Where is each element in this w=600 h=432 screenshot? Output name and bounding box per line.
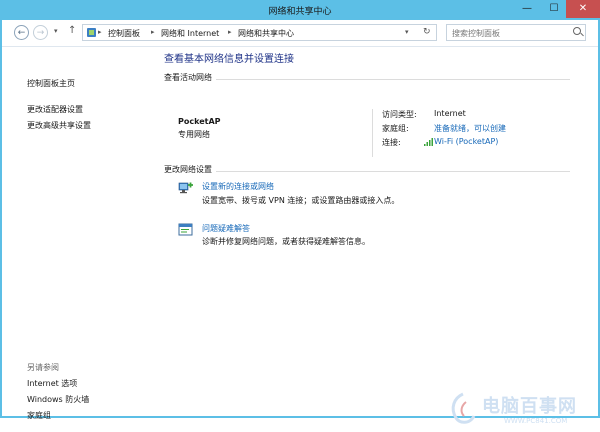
back-button[interactable]: ← [14, 25, 29, 40]
access-type-value: Internet [434, 109, 466, 118]
watermark-swirl-icon [451, 392, 476, 424]
watermark-text: 电脑百事网 [482, 396, 577, 417]
breadcrumb-control-panel[interactable]: 控制面板 [108, 28, 140, 39]
breadcrumb-separator[interactable]: ▸ [98, 28, 102, 36]
search-placeholder: 搜索控制面板 [452, 29, 500, 38]
connection-link[interactable]: Wi-Fi (PocketAP) [434, 137, 498, 146]
homegroup-link[interactable]: 准备就绪，可以创建 [434, 123, 506, 134]
setup-connection-link[interactable]: 设置新的连接或网络 [202, 181, 274, 192]
see-also-heading: 另请参阅 [27, 363, 59, 372]
connection-label: 连接: [382, 138, 401, 147]
watermark-logo: 电脑百事网 WWW.PC841.COM [432, 390, 597, 432]
network-type: 专用网络 [178, 130, 210, 139]
navigation-bar: ← → ▾ ↑ ▸ 控制面板 ▸ 网络和 Internet ▸ 网络和共享中心 … [2, 20, 598, 47]
section-divider [216, 79, 570, 80]
sidebar-link-control-panel-home[interactable]: 控制面板主页 [27, 78, 75, 89]
breadcrumb-separator[interactable]: ▸ [228, 28, 232, 36]
sidebar-link-change-adapter-settings[interactable]: 更改适配器设置 [27, 104, 83, 115]
setup-connection-description: 设置宽带、拨号或 VPN 连接；或设置路由器或接入点。 [202, 196, 400, 205]
forward-button[interactable]: → [33, 25, 48, 40]
watermark-url: WWW.PC841.COM [504, 417, 568, 425]
search-icon[interactable] [573, 27, 581, 35]
search-input[interactable]: 搜索控制面板 [446, 24, 586, 41]
sidebar-link-windows-firewall[interactable]: Windows 防火墙 [27, 394, 89, 405]
recent-pages-dropdown[interactable]: ▾ [54, 27, 58, 35]
homegroup-label: 家庭组: [382, 124, 409, 133]
page-title: 查看基本网络信息并设置连接 [164, 54, 294, 65]
close-button[interactable]: ✕ [566, 0, 600, 18]
breadcrumb-separator[interactable]: ▸ [151, 28, 155, 36]
section-divider [216, 171, 570, 172]
wifi-signal-icon [424, 138, 433, 146]
sidebar-link-homegroup[interactable]: 家庭组 [27, 410, 51, 421]
breadcrumb-network-internet[interactable]: 网络和 Internet [161, 28, 219, 39]
address-dropdown[interactable]: ▾ [405, 28, 409, 36]
refresh-icon[interactable]: ↻ [423, 27, 431, 37]
network-name: PocketAP [178, 117, 221, 126]
network-setup-icon [178, 182, 193, 194]
troubleshoot-link[interactable]: 问题疑难解答 [202, 223, 250, 234]
sidebar-link-internet-options[interactable]: Internet 选项 [27, 378, 77, 389]
window: 网络和共享中心 — ☐ ✕ ← → ▾ ↑ ▸ 控制面板 ▸ 网络和 Inter… [0, 0, 600, 425]
change-settings-heading: 更改网络设置 [164, 165, 212, 174]
access-type-label: 访问类型: [382, 110, 417, 119]
active-networks-heading: 查看活动网络 [164, 73, 212, 82]
sidebar-link-advanced-sharing[interactable]: 更改高级共享设置 [27, 120, 91, 131]
breadcrumb-network-sharing-center[interactable]: 网络和共享中心 [238, 28, 294, 39]
troubleshoot-icon [178, 223, 193, 236]
client-area: ← → ▾ ↑ ▸ 控制面板 ▸ 网络和 Internet ▸ 网络和共享中心 … [2, 20, 598, 425]
address-bar[interactable]: ▸ 控制面板 ▸ 网络和 Internet ▸ 网络和共享中心 ▾ ↻ [82, 24, 437, 41]
sidebar: 控制面板主页 更改适配器设置 更改高级共享设置 另请参阅 Internet 选项… [2, 47, 152, 420]
main-content: 查看基本网络信息并设置连接 查看活动网络 PocketAP 专用网络 访问类型:… [162, 47, 592, 416]
network-divider [372, 109, 373, 157]
control-panel-icon [87, 28, 96, 37]
minimize-button[interactable]: — [514, 0, 540, 18]
up-button[interactable]: ↑ [68, 25, 76, 36]
troubleshoot-description: 诊断并修复网络问题，或者获得疑难解答信息。 [202, 237, 370, 246]
title-bar[interactable]: 网络和共享中心 — ☐ ✕ [0, 0, 600, 20]
maximize-button[interactable]: ☐ [541, 0, 567, 18]
window-title: 网络和共享中心 [268, 7, 332, 17]
